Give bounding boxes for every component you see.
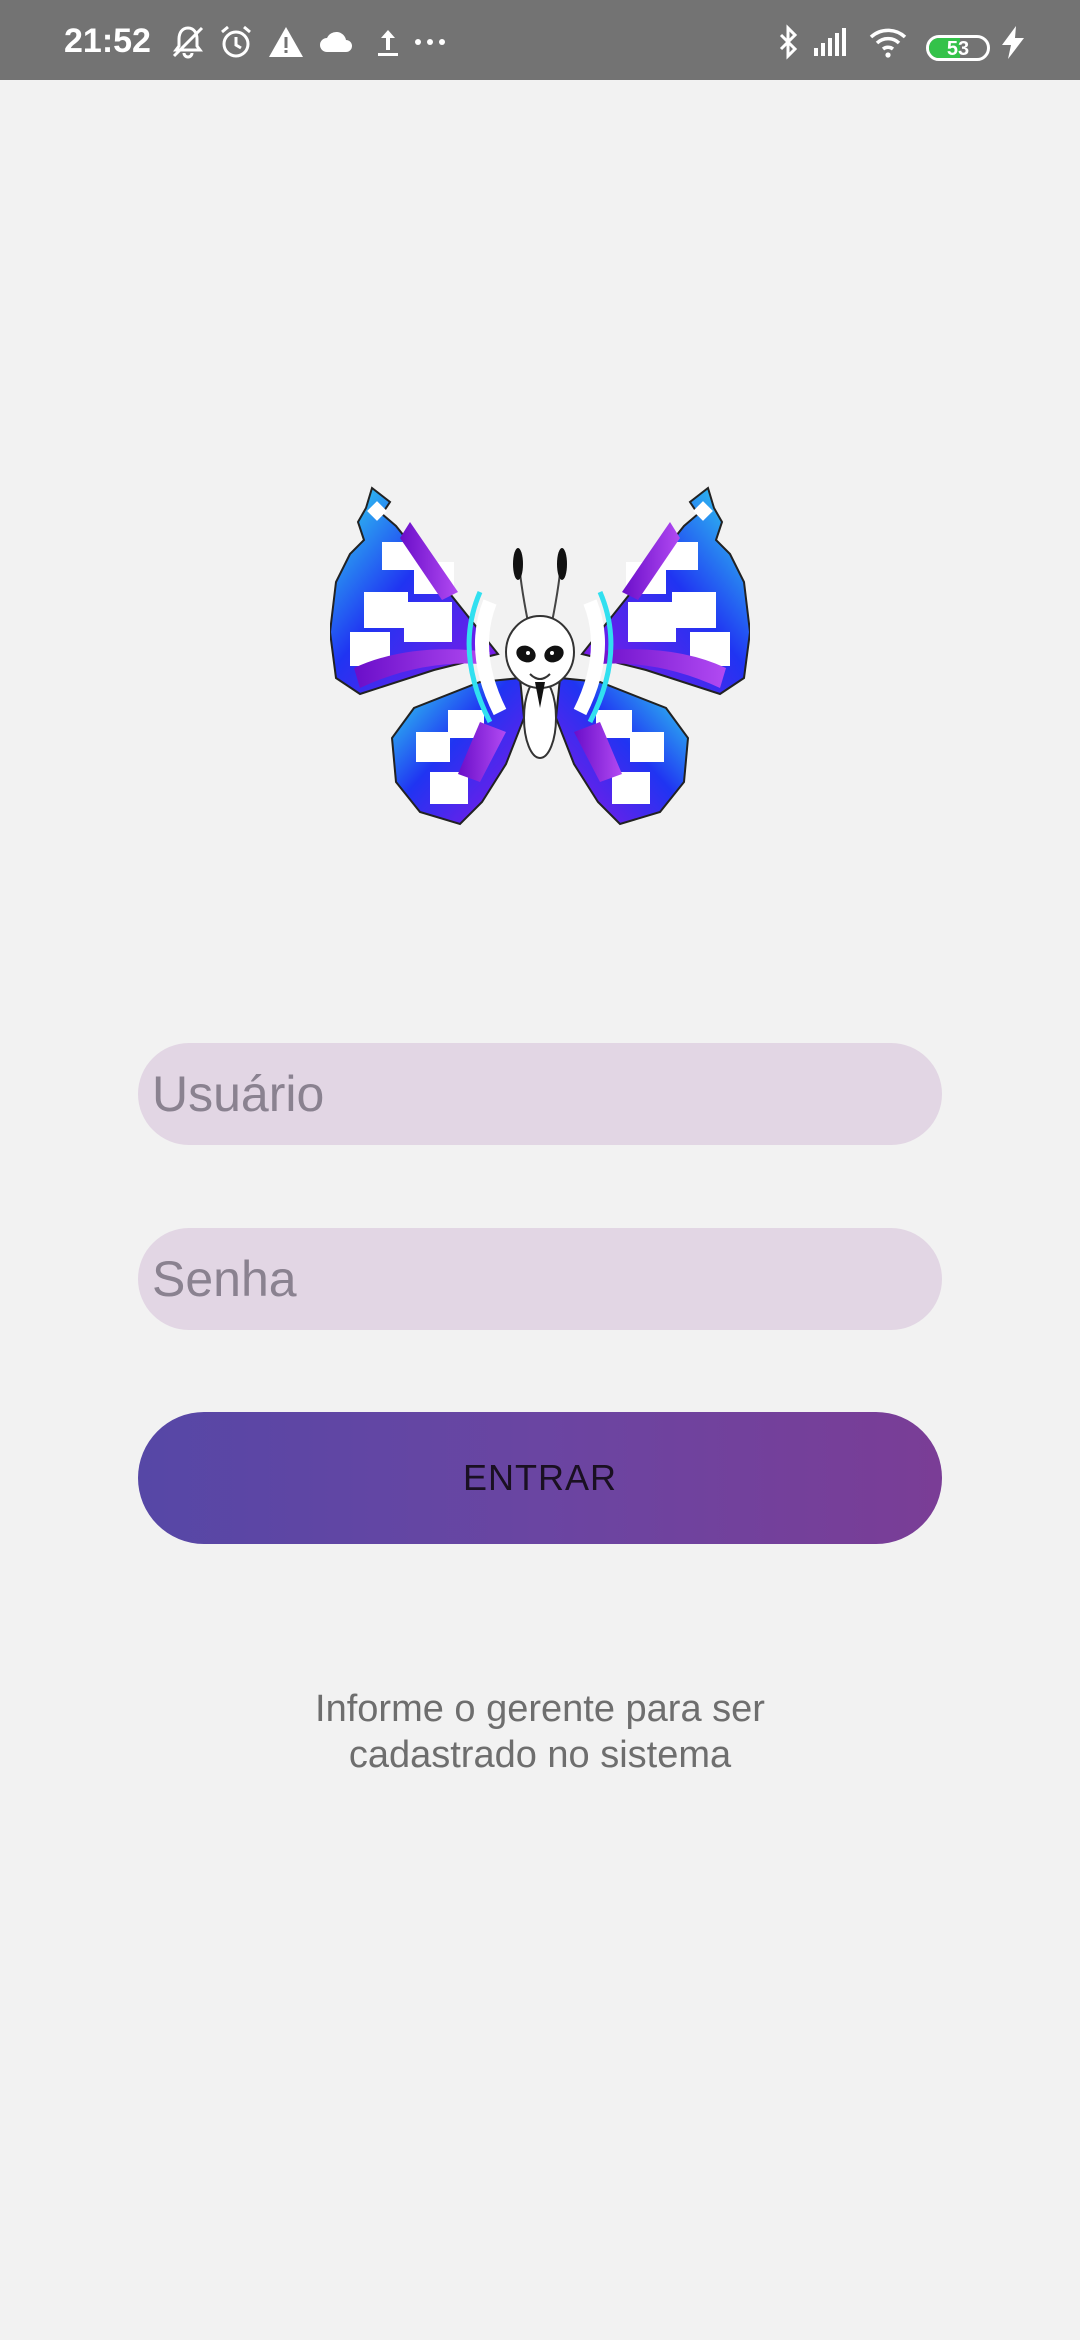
alarm-icon xyxy=(216,22,256,62)
password-input[interactable] xyxy=(138,1228,942,1330)
wifi-icon xyxy=(868,22,908,62)
signal-icon xyxy=(810,22,850,62)
register-info-text: Informe o gerente para ser cadastrado no… xyxy=(140,1686,940,1778)
butterfly-logo xyxy=(330,482,750,830)
register-info-line-2: cadastrado no sistema xyxy=(348,1734,732,1776)
username-input[interactable] xyxy=(138,1043,942,1145)
status-time: 21:52 xyxy=(64,22,151,60)
login-button[interactable]: ENTRAR xyxy=(138,1412,942,1544)
battery-icon: 53 xyxy=(926,35,990,61)
more-dots-icon xyxy=(410,22,450,62)
cloud-icon xyxy=(316,22,356,62)
muted-bell-icon xyxy=(168,22,208,62)
battery-level: 53 xyxy=(946,38,970,60)
lower-right-wing xyxy=(554,676,690,826)
lower-left-wing xyxy=(390,676,526,826)
register-info-line-1: Informe o gerente para ser xyxy=(315,1688,765,1730)
status-bar: 21:52 53 xyxy=(0,0,1080,80)
charging-icon xyxy=(996,22,1030,62)
bluetooth-icon xyxy=(768,22,808,62)
upload-icon xyxy=(368,22,408,62)
warning-icon xyxy=(266,22,306,62)
